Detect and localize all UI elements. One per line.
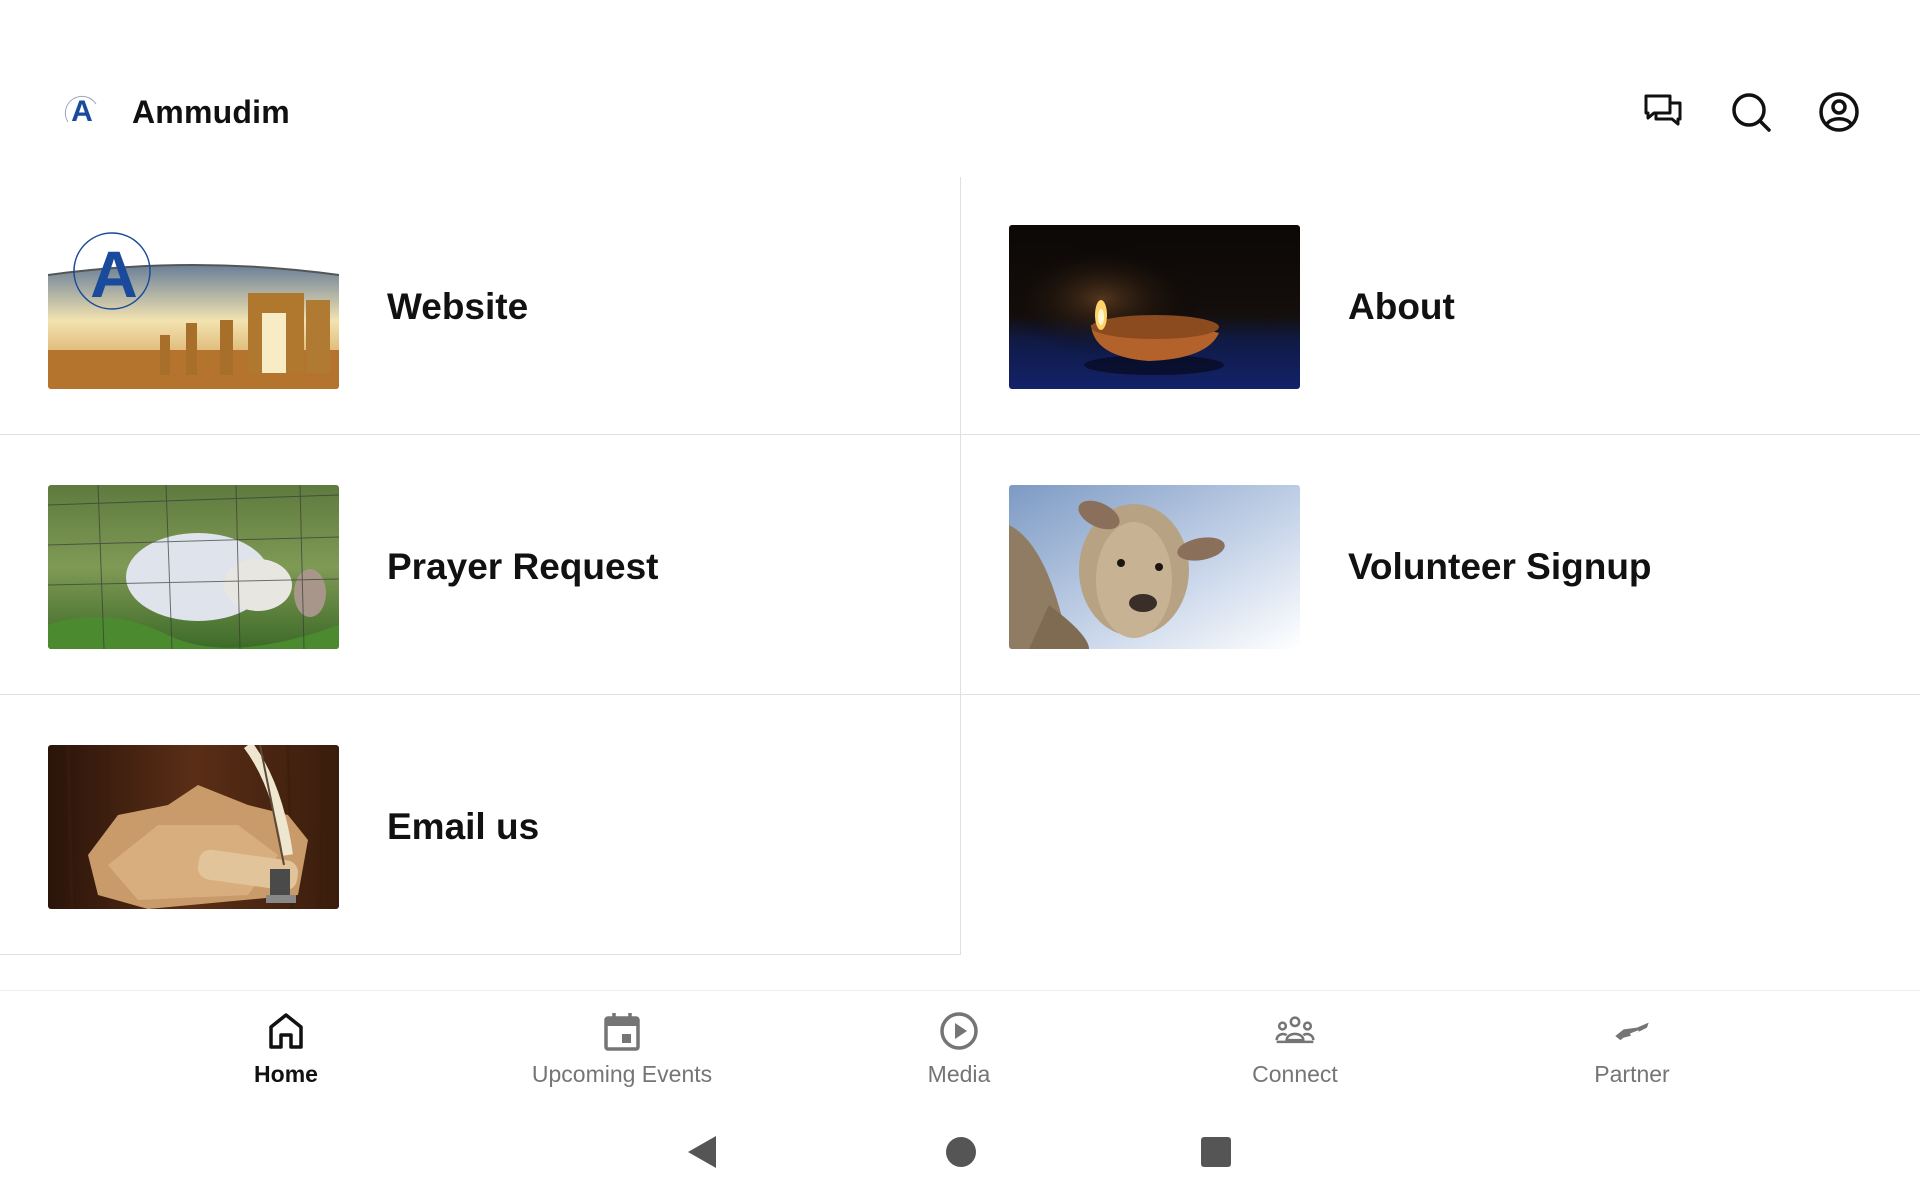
system-home-button[interactable] (944, 1134, 978, 1175)
system-back-button[interactable] (686, 1134, 718, 1175)
nav-upcoming-events[interactable]: Upcoming Events (472, 1011, 772, 1088)
people-icon (1275, 1016, 1315, 1044)
account-button[interactable] (1818, 91, 1860, 133)
nav-label: Upcoming Events (531, 1061, 713, 1087)
chat-button[interactable] (1642, 91, 1684, 133)
recents-square-icon (1201, 1137, 1231, 1167)
website-thumbnail: A (48, 225, 339, 389)
nav-label: Partner (1594, 1061, 1670, 1087)
tile-website[interactable]: A Website (0, 177, 961, 437)
handshake-icon (1615, 1022, 1649, 1041)
account-icon (1819, 92, 1859, 132)
search-icon (1732, 93, 1771, 132)
nav-home[interactable]: Home (136, 1011, 436, 1088)
tile-label: Volunteer Signup (1348, 546, 1652, 587)
calendar-icon (604, 1013, 640, 1051)
system-navigation-bar (0, 1110, 1920, 1200)
tile-volunteer-signup[interactable]: Volunteer Signup (961, 437, 1920, 697)
home-icon (269, 1013, 303, 1049)
tile-email-us[interactable]: Email us (0, 697, 961, 957)
about-thumbnail (1009, 225, 1300, 389)
nav-label: Media (927, 1061, 991, 1087)
nav-label: Home (254, 1061, 318, 1087)
nav-media[interactable]: Media (809, 1011, 1109, 1088)
app-title: Ammudim (132, 93, 290, 130)
nav-partner[interactable]: Partner (1482, 1011, 1782, 1088)
nav-label: Connect (1252, 1061, 1338, 1087)
tile-label: About (1348, 286, 1455, 327)
header-actions (1642, 50, 1860, 174)
system-recents-button[interactable] (1200, 1134, 1232, 1175)
nav-connect[interactable]: Connect (1145, 1011, 1445, 1088)
play-circle-icon (940, 1012, 978, 1050)
app-header: A Ammudim (0, 50, 1920, 174)
row-divider (0, 954, 961, 955)
email-us-thumbnail (48, 745, 339, 909)
home-circle-icon (946, 1137, 976, 1167)
brand: A Ammudim (62, 92, 290, 132)
tile-label: Website (387, 286, 529, 327)
app-logo: A (62, 92, 102, 132)
tile-label: Email us (387, 806, 540, 847)
bottom-navigation: Home Upcoming Events Media Connect Partn… (0, 990, 1920, 1100)
search-button[interactable] (1730, 91, 1772, 133)
logo-letter: A (71, 95, 93, 128)
svg-text:A: A (90, 237, 138, 311)
tile-prayer-request[interactable]: Prayer Request (0, 437, 961, 697)
tile-about[interactable]: About (961, 177, 1920, 437)
tile-label: Prayer Request (387, 546, 659, 587)
prayer-request-thumbnail (48, 485, 339, 649)
back-triangle-icon (688, 1136, 716, 1168)
volunteer-signup-thumbnail (1009, 485, 1300, 649)
chat-icon (1644, 94, 1682, 126)
column-divider (960, 177, 961, 955)
